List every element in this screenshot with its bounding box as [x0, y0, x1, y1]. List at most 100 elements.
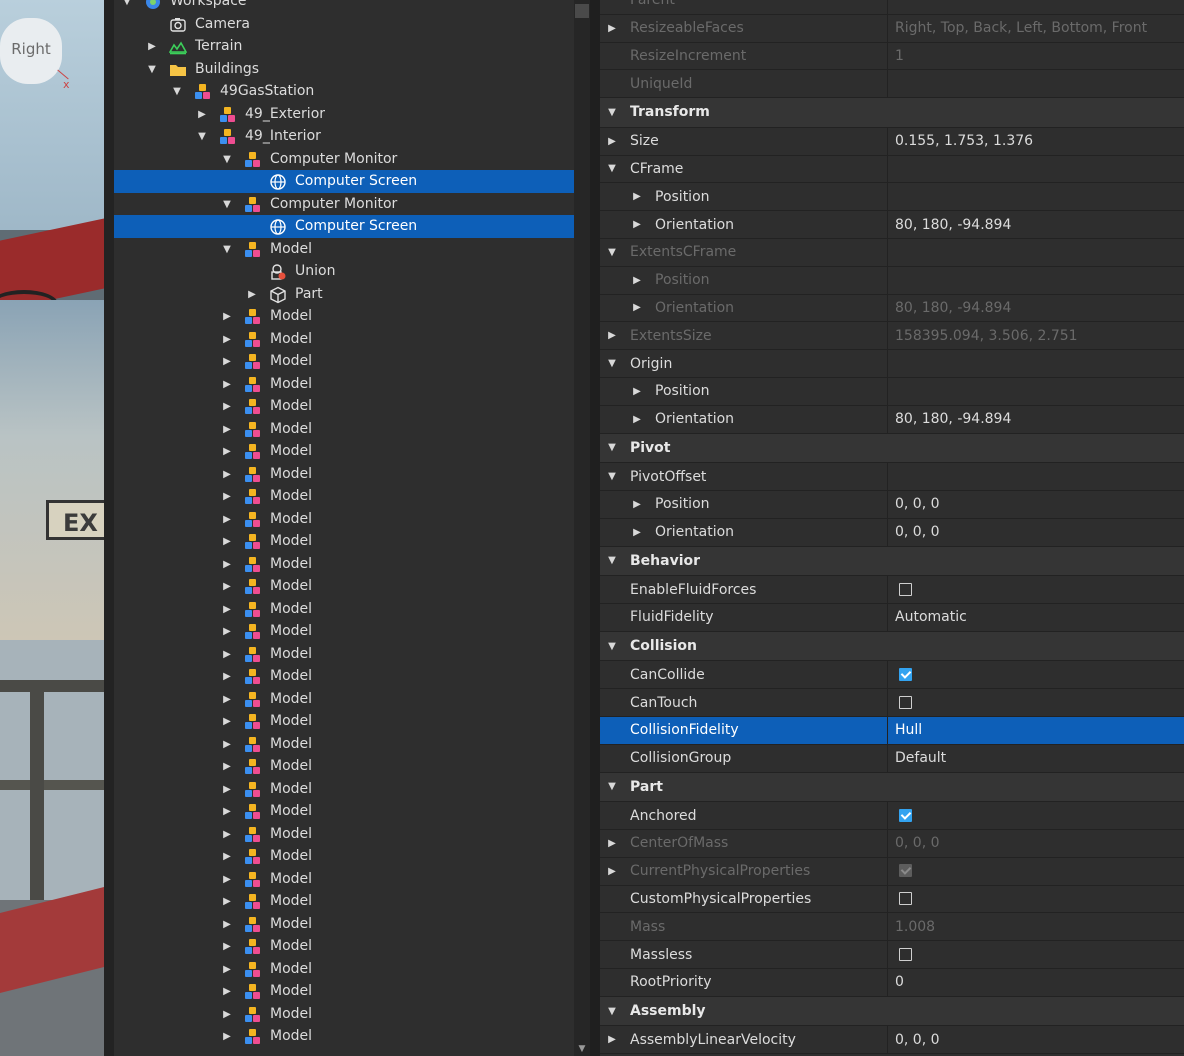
- expand-arrow-right-icon[interactable]: ▶: [630, 519, 644, 546]
- expand-arrow-right-icon[interactable]: ▶: [220, 935, 234, 958]
- tree-item[interactable]: ▼ Computer Monitor: [114, 193, 574, 216]
- tree-item[interactable]: ▶ Model: [114, 935, 574, 958]
- property-row[interactable]: ▶ CurrentPhysicalProperties: [600, 857, 1184, 886]
- property-value-cell[interactable]: [888, 463, 1184, 490]
- tree-item[interactable]: ▶ Model: [114, 305, 574, 328]
- expand-arrow-down-icon[interactable]: ▼: [605, 239, 619, 266]
- property-row[interactable]: ▶ Position 0, 0, 0: [600, 491, 1184, 519]
- property-row[interactable]: CanTouch: [600, 689, 1184, 717]
- property-row[interactable]: CollisionFidelity Hull: [600, 717, 1184, 745]
- tree-item[interactable]: Computer Screen: [114, 170, 574, 193]
- expand-arrow-right-icon[interactable]: ▶: [220, 1003, 234, 1026]
- expand-arrow-right-icon[interactable]: ▶: [630, 211, 644, 238]
- tree-item[interactable]: ▶ Model: [114, 823, 574, 846]
- expand-arrow-right-icon[interactable]: ▶: [245, 283, 259, 306]
- tree-item[interactable]: ▼ 49GasStation: [114, 80, 574, 103]
- checkbox-unchecked[interactable]: [899, 695, 912, 709]
- expand-arrow-down-icon[interactable]: ▼: [220, 193, 234, 216]
- property-value-cell[interactable]: [888, 183, 1184, 210]
- property-category[interactable]: ▼ Assembly: [600, 996, 1184, 1027]
- tree-item[interactable]: ▶ Model: [114, 350, 574, 373]
- expand-arrow-right-icon[interactable]: ▶: [630, 491, 644, 518]
- property-value-cell[interactable]: 0: [888, 969, 1184, 996]
- expand-arrow-right-icon[interactable]: ▶: [220, 530, 234, 553]
- tree-item[interactable]: ▶ Model: [114, 598, 574, 621]
- expand-arrow-right-icon[interactable]: ▶: [195, 103, 209, 126]
- tree-item[interactable]: ▼ Model: [114, 238, 574, 261]
- expand-arrow-right-icon[interactable]: ▶: [605, 15, 619, 42]
- tree-item[interactable]: ▶ Model: [114, 463, 574, 486]
- expand-arrow-right-icon[interactable]: ▶: [145, 35, 159, 58]
- property-row[interactable]: ▶ ResizeableFaces Right, Top, Back, Left, …: [600, 14, 1184, 43]
- property-row[interactable]: ▼ ExtentsCFrame: [600, 239, 1184, 267]
- expand-arrow-right-icon[interactable]: ▶: [220, 778, 234, 801]
- property-value-cell[interactable]: [888, 156, 1184, 183]
- tree-item[interactable]: Union: [114, 260, 574, 283]
- property-row[interactable]: RootPriority 0: [600, 969, 1184, 997]
- collapse-arrow-icon[interactable]: ▼: [605, 632, 619, 661]
- expand-arrow-right-icon[interactable]: ▶: [220, 733, 234, 756]
- tree-item[interactable]: ▶ Model: [114, 845, 574, 868]
- expand-arrow-right-icon[interactable]: ▶: [605, 830, 619, 857]
- expand-arrow-down-icon[interactable]: ▼: [120, 0, 134, 13]
- property-row[interactable]: ▶ Orientation 0, 0, 0: [600, 518, 1184, 547]
- property-value-cell[interactable]: [888, 350, 1184, 377]
- property-value-cell[interactable]: 0, 0, 0: [888, 519, 1184, 546]
- collapse-arrow-icon[interactable]: ▼: [605, 547, 619, 576]
- expand-arrow-right-icon[interactable]: ▶: [630, 267, 644, 294]
- tree-item[interactable]: ▼ 49_Interior: [114, 125, 574, 148]
- property-category[interactable]: ▼ Part: [600, 772, 1184, 803]
- property-row[interactable]: ▶ Size 0.155, 1.753, 1.376: [600, 127, 1184, 156]
- expand-arrow-right-icon[interactable]: ▶: [220, 800, 234, 823]
- expand-arrow-right-icon[interactable]: ▶: [220, 395, 234, 418]
- expand-arrow-right-icon[interactable]: ▶: [605, 322, 619, 349]
- property-row[interactable]: ▶ ExtentsSize 158395.094, 3.506, 2.751: [600, 322, 1184, 351]
- tree-item[interactable]: ▶ Model: [114, 778, 574, 801]
- expand-arrow-down-icon[interactable]: ▼: [605, 350, 619, 377]
- expand-arrow-right-icon[interactable]: ▶: [220, 710, 234, 733]
- expand-arrow-right-icon[interactable]: ▶: [220, 598, 234, 621]
- expand-arrow-down-icon[interactable]: ▼: [220, 148, 234, 171]
- expand-arrow-right-icon[interactable]: ▶: [220, 890, 234, 913]
- expand-arrow-down-icon[interactable]: ▼: [195, 125, 209, 148]
- property-row[interactable]: Mass 1.008: [600, 913, 1184, 942]
- tree-item[interactable]: ▶ Model: [114, 958, 574, 981]
- expand-arrow-right-icon[interactable]: ▶: [220, 755, 234, 778]
- expand-arrow-right-icon[interactable]: ▶: [630, 406, 644, 433]
- property-value-cell[interactable]: [888, 661, 1184, 688]
- expand-arrow-right-icon[interactable]: ▶: [220, 575, 234, 598]
- property-value-cell[interactable]: [888, 689, 1184, 716]
- expand-arrow-down-icon[interactable]: ▼: [145, 58, 159, 81]
- property-row[interactable]: UniqueId: [600, 70, 1184, 99]
- tree-item[interactable]: ▼ Computer Monitor: [114, 148, 574, 171]
- tree-item[interactable]: ▶ Model: [114, 868, 574, 891]
- tree-item[interactable]: ▶ Model: [114, 418, 574, 441]
- tree-item[interactable]: ▶ Model: [114, 575, 574, 598]
- explorer-scroll-thumb[interactable]: [575, 4, 589, 18]
- tree-item[interactable]: ▶ Model: [114, 1025, 574, 1048]
- tree-item[interactable]: ▶ Model: [114, 688, 574, 711]
- checkbox-unchecked[interactable]: [899, 582, 912, 596]
- tree-item[interactable]: ▶ Model: [114, 485, 574, 508]
- tree-item[interactable]: Computer Screen: [114, 215, 574, 238]
- expand-arrow-right-icon[interactable]: ▶: [220, 463, 234, 486]
- tree-item[interactable]: ▼ Workspace: [114, 0, 574, 13]
- property-row[interactable]: ▼ Origin: [600, 350, 1184, 378]
- tree-item[interactable]: ▶ Model: [114, 733, 574, 756]
- tree-item[interactable]: ▶ Model: [114, 643, 574, 666]
- property-row[interactable]: ▶ Position: [600, 183, 1184, 212]
- property-value-cell[interactable]: 0, 0, 0: [888, 491, 1184, 518]
- expand-arrow-right-icon[interactable]: ▶: [605, 858, 619, 885]
- tree-item[interactable]: Camera: [114, 13, 574, 36]
- property-value-cell[interactable]: Automatic: [888, 604, 1184, 631]
- expand-arrow-right-icon[interactable]: ▶: [220, 350, 234, 373]
- expand-arrow-right-icon[interactable]: ▶: [220, 823, 234, 846]
- property-row[interactable]: ▶ Orientation 80, 180, -94.894: [600, 294, 1184, 323]
- expand-arrow-right-icon[interactable]: ▶: [220, 553, 234, 576]
- tree-item[interactable]: ▶ Model: [114, 620, 574, 643]
- expand-arrow-right-icon[interactable]: ▶: [220, 418, 234, 441]
- collapse-arrow-icon[interactable]: ▼: [605, 773, 619, 802]
- checkbox-checked[interactable]: [899, 667, 912, 681]
- expand-arrow-right-icon[interactable]: ▶: [220, 643, 234, 666]
- collapse-arrow-icon[interactable]: ▼: [605, 997, 619, 1026]
